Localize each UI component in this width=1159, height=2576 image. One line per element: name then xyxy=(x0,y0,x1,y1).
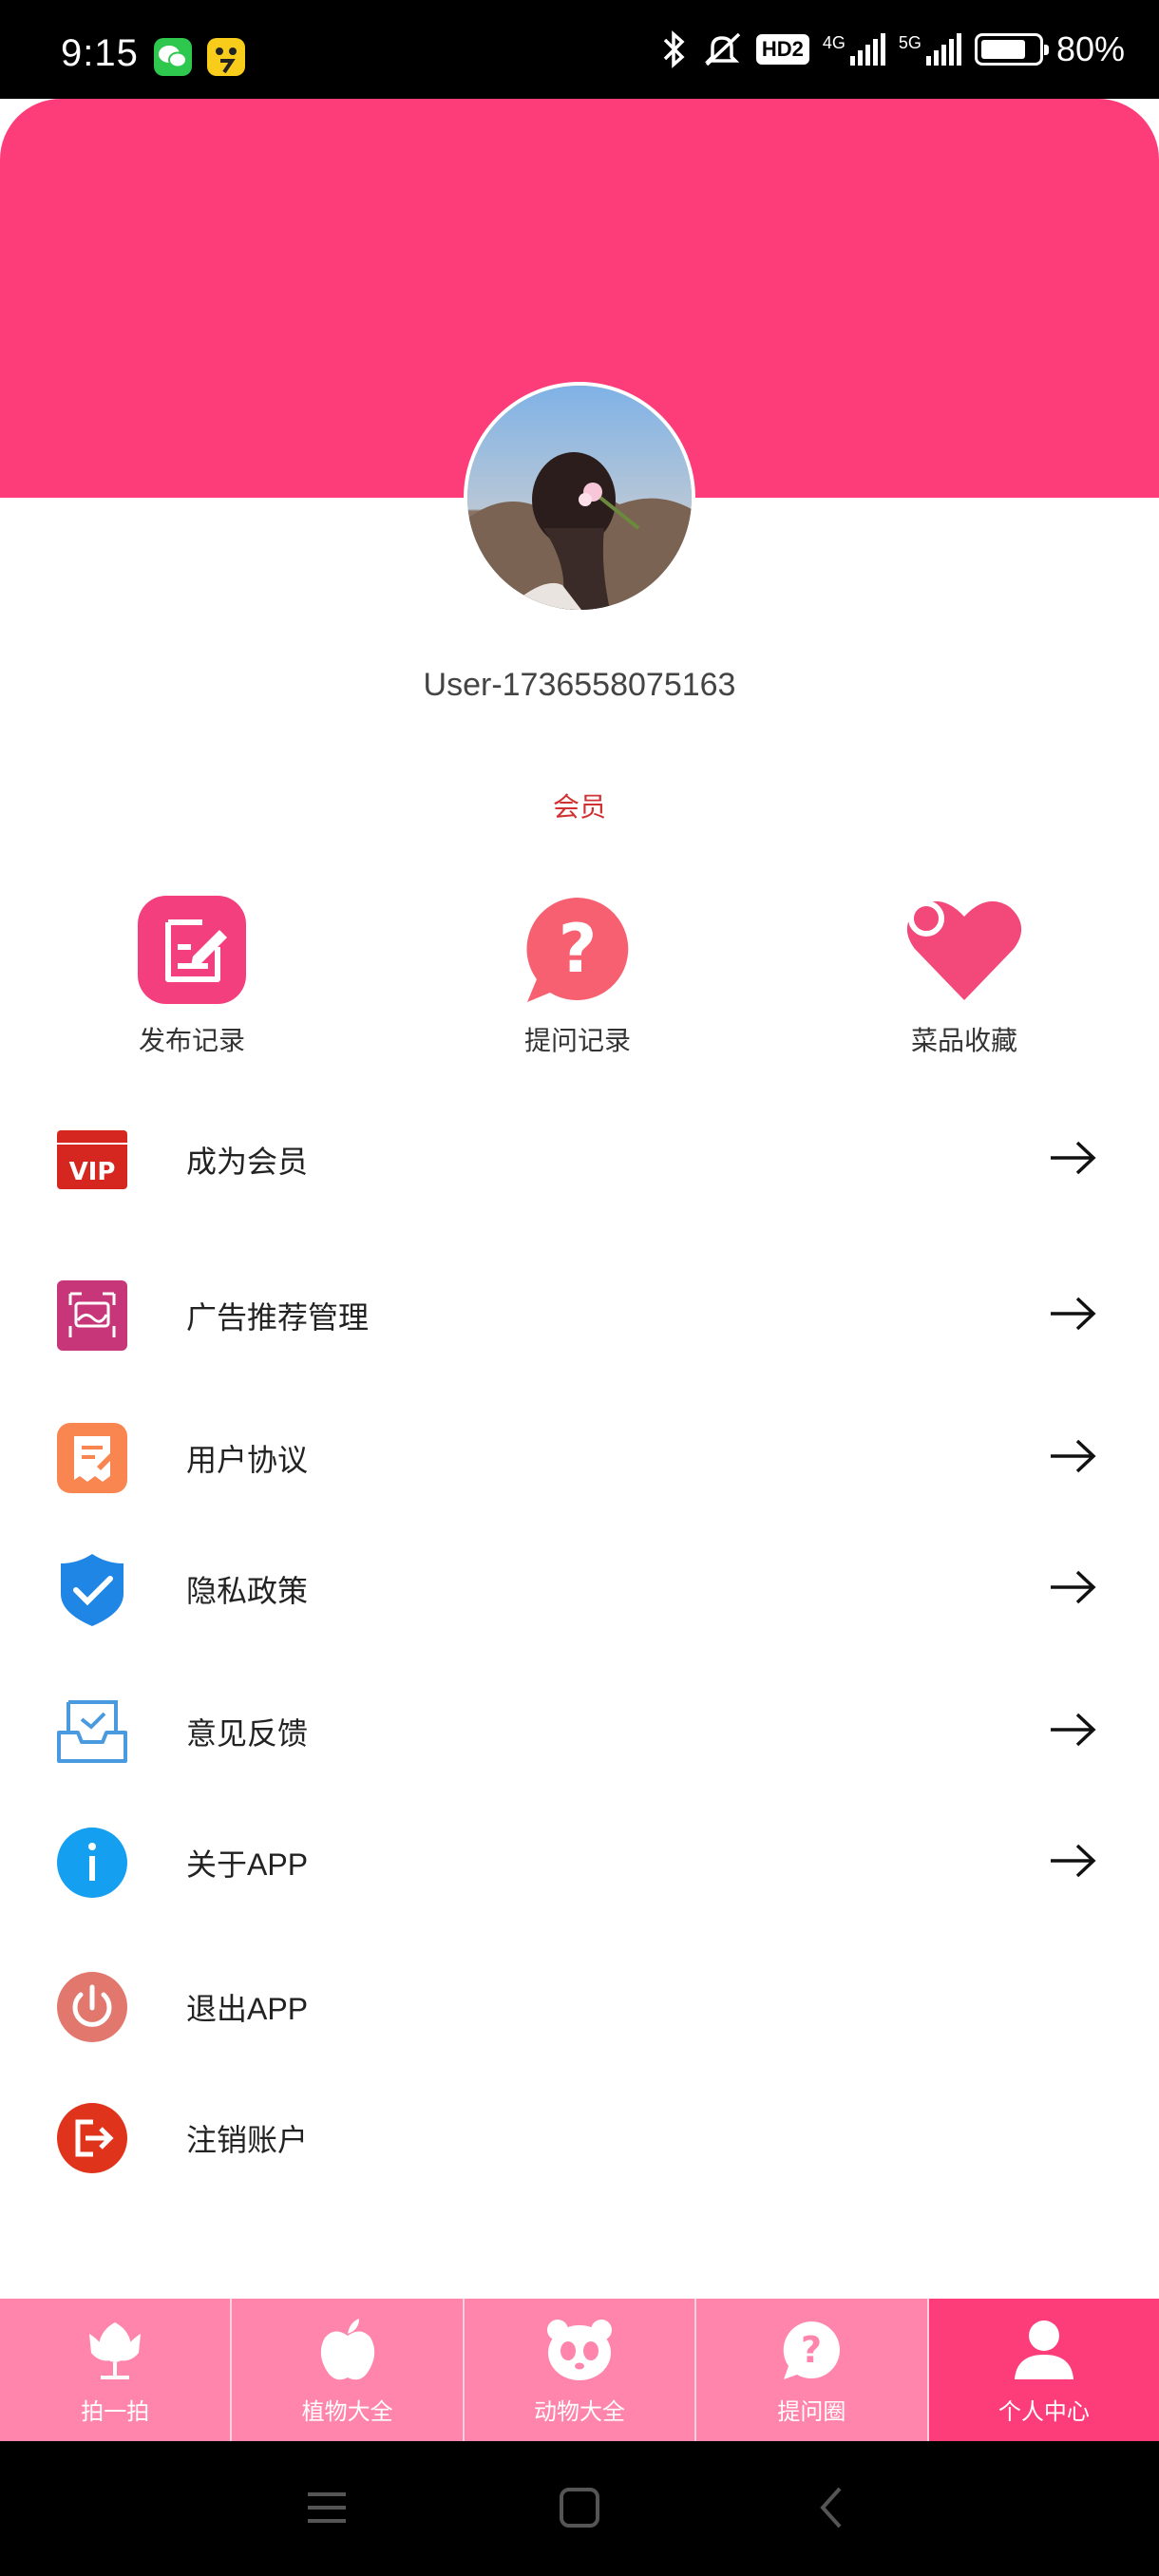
quick-action-label: 提问记录 xyxy=(523,1026,631,1055)
tab-label: 植物大全 xyxy=(301,2398,393,2425)
menu-item-delete-account[interactable]: 注销账户 xyxy=(0,2084,1159,2188)
status-icons: HD2 4G 5G 80% xyxy=(659,28,1125,70)
signal-5g-icon: 5G xyxy=(899,33,961,66)
menu-label: 成为会员 xyxy=(186,1145,309,1179)
tab-label: 动物大全 xyxy=(534,2398,626,2425)
person-icon xyxy=(1006,2315,1082,2385)
quick-action-label: 发布记录 xyxy=(138,1026,245,1055)
home-icon[interactable] xyxy=(551,2479,608,2536)
app-notification-icon xyxy=(207,38,245,76)
wechat-icon xyxy=(154,38,192,76)
bluetooth-icon xyxy=(663,30,685,68)
battery-icon xyxy=(974,33,1049,66)
quick-action-publish-records[interactable]: 发布记录 xyxy=(68,893,315,1058)
menu-label: 退出APP xyxy=(186,1992,309,2026)
menu-label: 关于APP xyxy=(186,1847,309,1882)
signal-4g-icon: 4G xyxy=(823,33,885,66)
menu-item-about-app[interactable]: 关于APP xyxy=(0,1809,1159,1913)
svg-text:?: ? xyxy=(559,910,598,988)
arrow-right-icon xyxy=(1051,1297,1096,1331)
menu-item-become-member[interactable]: VIP 成为会员 xyxy=(0,1106,1159,1210)
menu-item-user-agreement[interactable]: 用户协议 xyxy=(0,1404,1159,1508)
menu-label: 隐私政策 xyxy=(186,1574,309,1608)
status-bar: 9:15 HD2 4G 5G 80% xyxy=(0,0,1159,99)
quick-action-dish-favorites[interactable]: 菜品收藏 xyxy=(841,893,1088,1058)
tab-label: 提问圈 xyxy=(777,2398,846,2425)
tab-personal-center[interactable]: 个人中心 xyxy=(928,2299,1159,2441)
menu-label: 广告推荐管理 xyxy=(186,1300,370,1335)
system-nav-bar xyxy=(0,2441,1159,2576)
info-icon xyxy=(55,1826,129,1900)
status-time: 9:15 xyxy=(61,32,139,74)
tab-plants[interactable]: 植物大全 xyxy=(232,2299,465,2441)
username: User-1736558075163 xyxy=(423,667,736,703)
arrow-right-icon xyxy=(1051,1713,1096,1747)
svg-text:?: ? xyxy=(801,2329,822,2371)
heart-icon xyxy=(902,893,1026,1007)
vip-icon: VIP xyxy=(55,1123,129,1197)
battery-percent: 80% xyxy=(1055,29,1125,68)
power-icon xyxy=(55,1970,129,2044)
bottom-tab-bar: 拍一拍 植物大全 动物大全 ? 提问圈 个人中心 xyxy=(0,2299,1159,2441)
shield-check-icon xyxy=(55,1552,129,1626)
panda-icon xyxy=(542,2315,618,2385)
member-label[interactable]: 会员 xyxy=(0,786,1159,824)
quick-action-label: 菜品收藏 xyxy=(910,1026,1017,1055)
menu-label: 用户协议 xyxy=(186,1443,309,1477)
tab-label: 拍一拍 xyxy=(81,2398,150,2425)
menu-item-privacy-policy[interactable]: 隐私政策 xyxy=(0,1535,1159,1639)
menu-icon[interactable] xyxy=(298,2479,355,2536)
question-bubble-icon: ? xyxy=(773,2315,849,2385)
menu-item-ad-recommend[interactable]: 广告推荐管理 xyxy=(0,1261,1159,1366)
tab-question-circle[interactable]: ? 提问圈 xyxy=(696,2299,929,2441)
logout-icon xyxy=(55,2101,129,2175)
mute-bell-icon xyxy=(704,32,741,66)
menu-item-exit-app[interactable]: 退出APP xyxy=(0,1953,1159,2057)
menu-item-feedback[interactable]: 意见反馈 xyxy=(0,1677,1159,1782)
question-bubble-icon: ? xyxy=(516,893,639,1007)
edit-note-icon xyxy=(130,893,254,1007)
tulip-icon xyxy=(77,2315,153,2385)
arrow-right-icon xyxy=(1051,1439,1096,1473)
tab-snap[interactable]: 拍一拍 xyxy=(0,2299,233,2441)
agreement-icon xyxy=(55,1421,129,1495)
apple-icon xyxy=(310,2315,386,2385)
svg-text:VIP: VIP xyxy=(69,1158,116,1186)
arrow-right-icon xyxy=(1051,1844,1096,1878)
arrow-right-icon xyxy=(1051,1570,1096,1604)
tab-animals[interactable]: 动物大全 xyxy=(464,2299,697,2441)
feedback-inbox-icon xyxy=(55,1695,129,1769)
arrow-right-icon xyxy=(1051,1141,1096,1175)
avatar[interactable] xyxy=(464,382,695,614)
quick-action-question-records[interactable]: ? 提问记录 xyxy=(454,893,701,1058)
tab-label: 个人中心 xyxy=(998,2398,1090,2425)
hd-badge: HD2 xyxy=(755,34,809,65)
ad-recommend-icon xyxy=(55,1279,129,1353)
back-icon[interactable] xyxy=(804,2479,861,2536)
menu-label: 意见反馈 xyxy=(186,1716,309,1751)
menu-label: 注销账户 xyxy=(186,2123,309,2157)
